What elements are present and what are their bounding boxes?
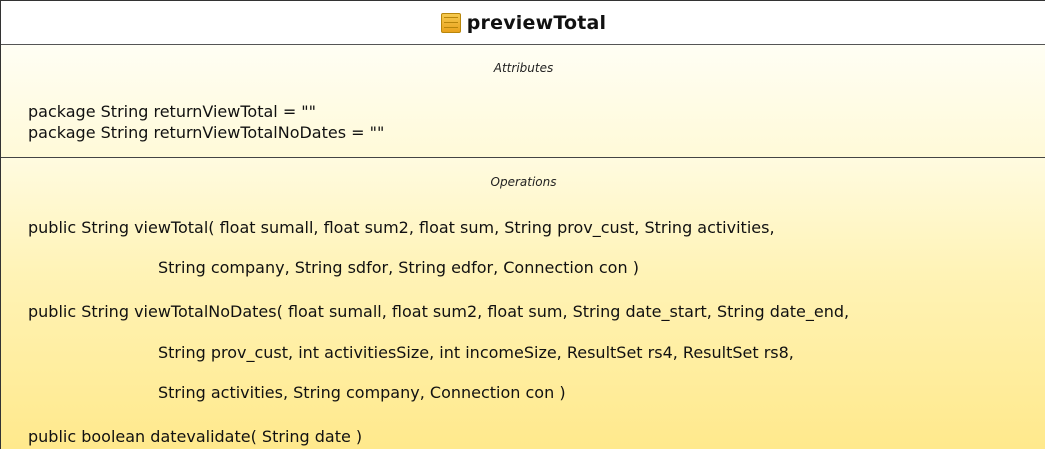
- operation-param-line: String company, String sdfor, String edf…: [158, 258, 639, 277]
- operation-datevalidate: public boolean datevalidate( String date…: [28, 427, 363, 446]
- class-header: previewTotal: [1, 0, 1045, 45]
- operation-view-total: public String viewTotal( float sumall, f…: [28, 218, 775, 237]
- class-name: previewTotal: [466, 11, 607, 34]
- attributes-title: Attributes: [493, 61, 554, 75]
- operation-view-total-no-dates: public String viewTotalNoDates( float su…: [28, 302, 850, 321]
- class-icon: [440, 12, 461, 33]
- operation-param-line: String activities, String company, Conne…: [158, 383, 566, 402]
- attributes-compartment: Attributes package String returnViewTota…: [1, 45, 1045, 158]
- operations-compartment: Operations public String viewTotal( floa…: [1, 158, 1045, 449]
- attribute-item: package String returnViewTotal = "": [28, 102, 317, 121]
- attribute-item: package String returnViewTotalNoDates = …: [28, 123, 385, 142]
- operation-param-line: String prov_cust, int activitiesSize, in…: [158, 343, 794, 362]
- uml-class-box[interactable]: previewTotal Attributes package String r…: [0, 0, 1045, 449]
- operations-title: Operations: [490, 175, 557, 189]
